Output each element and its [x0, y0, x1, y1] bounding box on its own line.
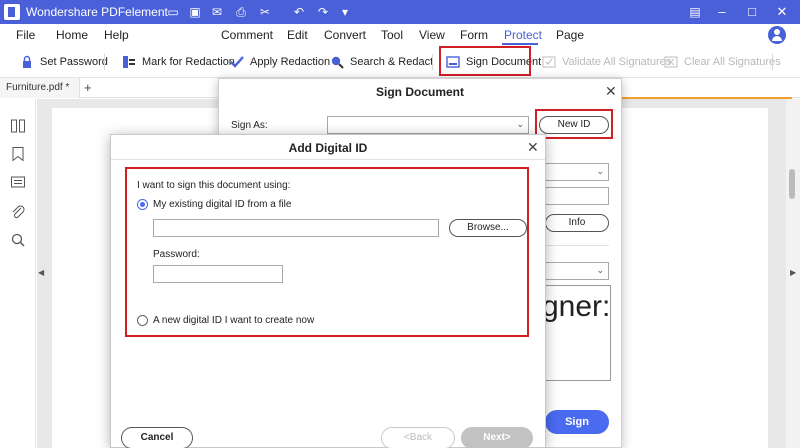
checkmark-icon	[230, 56, 244, 68]
menu-form[interactable]: Form	[460, 28, 488, 42]
signature-preview-text: gner:	[545, 290, 611, 323]
sidebar-collapse-icon[interactable]: ◀	[38, 268, 44, 277]
signature-option-dropdown[interactable]: ⌄	[545, 163, 609, 181]
chevron-down-icon: ⌄	[516, 119, 524, 129]
sign-as-label: Sign As:	[231, 120, 268, 131]
sign-dialog-close-icon[interactable]: ✕	[605, 83, 617, 100]
redaction-marker-icon	[123, 56, 135, 68]
validate-signature-icon	[542, 56, 556, 68]
next-button[interactable]: Next>	[461, 427, 533, 448]
title-divider	[111, 159, 545, 160]
app-logo-icon	[4, 4, 20, 20]
print-icon[interactable]: ⎙	[234, 5, 248, 19]
menu-home[interactable]: Home	[56, 28, 88, 42]
undo-icon[interactable]: ↶	[292, 5, 306, 19]
feedback-icon[interactable]: ▤	[688, 5, 702, 19]
folder-icon[interactable]: ▭	[166, 5, 180, 19]
redo-icon[interactable]: ↷	[316, 5, 330, 19]
mark-for-redaction-label: Mark for Redaction	[142, 56, 235, 68]
validate-all-signatures-label: Validate All Signatures	[562, 56, 672, 68]
right-panel-toggle-icon[interactable]: ▶	[790, 268, 796, 277]
attachment-icon[interactable]	[10, 204, 26, 220]
clear-all-signatures-label: Clear All Signatures	[684, 56, 781, 68]
comment-icon[interactable]	[10, 175, 26, 191]
menu-file[interactable]: File	[16, 28, 35, 42]
menu-page[interactable]: Page	[556, 28, 584, 42]
document-tab[interactable]: Furniture.pdf *	[0, 78, 80, 98]
user-avatar-icon[interactable]	[768, 26, 786, 44]
menu-view[interactable]: View	[419, 28, 445, 42]
menu-tool[interactable]: Tool	[381, 28, 403, 42]
protect-toolbar: Set Password Mark for Redaction Apply Re…	[0, 46, 800, 78]
document-tab-label: Furniture.pdf *	[6, 82, 70, 93]
app-title: Wondershare PDFelement	[26, 5, 168, 19]
sign-button[interactable]: Sign	[545, 410, 609, 434]
sign-document-highlight	[439, 46, 531, 76]
search-redact-label: Search & Redact	[350, 56, 434, 68]
quick-access-dropdown-icon[interactable]: ▾	[338, 5, 352, 19]
bookmark-icon[interactable]	[10, 146, 26, 162]
new-id-highlight	[535, 109, 613, 139]
toolbar-divider	[772, 54, 773, 70]
menu-bar: File Home Help Comment Edit Convert Tool…	[0, 24, 800, 46]
minimize-icon[interactable]: –	[712, 3, 732, 21]
toolbar-divider	[104, 54, 105, 70]
appearance-dropdown[interactable]: ⌄	[545, 262, 609, 280]
lock-icon	[23, 55, 31, 68]
signature-text-field[interactable]	[545, 187, 609, 205]
active-menu-indicator	[502, 43, 538, 45]
thumbnails-icon[interactable]	[10, 118, 26, 134]
set-password-label: Set Password	[40, 56, 108, 68]
search-icon[interactable]	[10, 232, 26, 248]
scissors-icon[interactable]: ✂	[258, 5, 272, 19]
cancel-button[interactable]: Cancel	[121, 427, 193, 448]
maximize-icon[interactable]: □	[742, 3, 762, 21]
clear-all-signatures-button[interactable]: Clear All Signatures	[664, 53, 781, 71]
validate-all-signatures-button[interactable]: Validate All Signatures	[542, 53, 671, 71]
apply-redaction-button[interactable]: Apply Redaction	[230, 53, 330, 71]
close-window-icon[interactable]: ✕	[772, 3, 792, 21]
clear-signature-icon	[664, 56, 678, 68]
add-dialog-title: Add Digital ID	[288, 141, 368, 155]
options-highlight	[125, 167, 529, 337]
set-password-button[interactable]: Set Password	[20, 53, 108, 71]
title-bar: Wondershare PDFelement ▭ ▣ ✉ ⎙ ✂ ↶ ↷ ▾ ▤…	[0, 0, 800, 24]
menu-comment[interactable]: Comment	[221, 28, 273, 42]
search-icon	[331, 56, 344, 69]
mark-for-redaction-button[interactable]: Mark for Redaction	[122, 53, 235, 71]
save-icon[interactable]: ▣	[188, 5, 202, 19]
menu-edit[interactable]: Edit	[287, 28, 308, 42]
divider	[545, 245, 609, 246]
chevron-down-icon: ⌄	[596, 265, 604, 275]
left-sidebar	[0, 99, 36, 448]
sign-dialog-title: Sign Document	[375, 85, 464, 99]
add-tab-icon[interactable]: +	[84, 80, 92, 95]
apply-redaction-label: Apply Redaction	[250, 56, 331, 68]
info-button[interactable]: Info	[545, 214, 609, 232]
back-button[interactable]: <Back	[381, 427, 455, 448]
add-dialog-close-icon[interactable]: ✕	[527, 139, 539, 156]
search-redact-button[interactable]: Search & Redact	[330, 53, 433, 71]
scrollbar-thumb[interactable]	[789, 169, 795, 199]
menu-help[interactable]: Help	[104, 28, 129, 42]
menu-protect[interactable]: Protect	[504, 28, 542, 42]
toolbar-divider	[432, 54, 433, 70]
menu-convert[interactable]: Convert	[324, 28, 366, 42]
sign-as-dropdown[interactable]: ⌄	[327, 116, 529, 134]
signature-preview: gner:	[545, 285, 611, 381]
chevron-down-icon: ⌄	[596, 166, 604, 176]
mail-icon[interactable]: ✉	[210, 5, 224, 19]
